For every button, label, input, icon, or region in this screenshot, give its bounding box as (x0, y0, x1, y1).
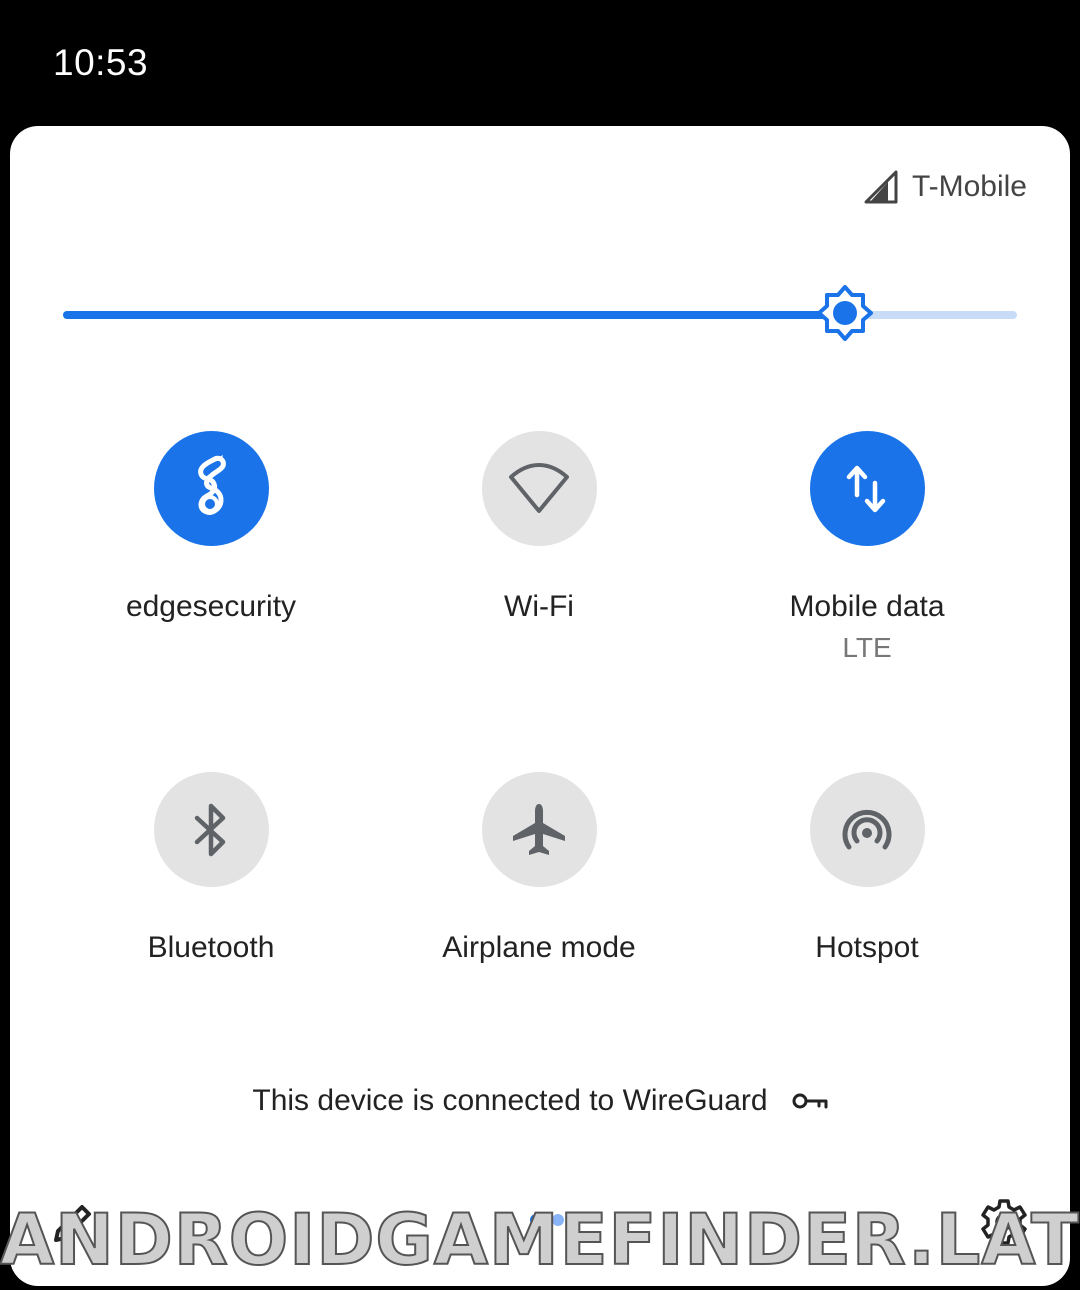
tile-mobile-data-toggle[interactable] (809, 431, 925, 546)
tile-hotspot-label: Hotspot (815, 931, 919, 964)
tile-wifi-label: Wi-Fi (504, 590, 574, 623)
tile-airplane-mode-label: Airplane mode (442, 931, 636, 964)
tile-hotspot[interactable]: Hotspot (717, 772, 1017, 965)
quick-settings-panel: T-Mobile edgesecurity Wi-Fi Mobile data … (10, 126, 1070, 1286)
wireguard-icon (198, 454, 226, 515)
mobile-data-icon (846, 465, 886, 512)
tile-edgesecurity-label: edgesecurity (125, 590, 297, 623)
tile-mobile-data-sublabel: LTE (842, 632, 892, 663)
tile-hotspot-toggle[interactable] (809, 772, 925, 887)
tile-airplane-mode-toggle[interactable] (481, 772, 597, 887)
carrier-indicator: T-Mobile (864, 170, 1027, 204)
bluetooth-icon (194, 803, 226, 856)
tile-airplane-mode[interactable]: Airplane mode (389, 772, 689, 965)
key-icon (792, 1093, 828, 1109)
tile-mobile-data[interactable]: Mobile data LTE (717, 431, 1017, 664)
tile-edgesecurity[interactable]: edgesecurity (61, 431, 361, 624)
status-bar: 10:53 (0, 0, 1080, 125)
hotspot-icon (842, 809, 892, 849)
tile-wifi[interactable]: Wi-Fi (389, 431, 689, 624)
signal-icon (864, 170, 898, 204)
airplane-icon (513, 803, 565, 855)
tile-bluetooth-label: Bluetooth (147, 931, 275, 964)
vpn-notice[interactable]: This device is connected to WireGuard (10, 1084, 1070, 1118)
clock: 10:53 (53, 42, 149, 83)
brightness-icon[interactable] (817, 285, 874, 341)
tile-mobile-data-label: Mobile data (789, 590, 945, 623)
tile-wifi-toggle[interactable] (481, 431, 597, 546)
tile-edgesecurity-toggle[interactable] (153, 431, 269, 546)
brightness-slider[interactable] (63, 285, 1017, 341)
wifi-icon (509, 462, 569, 513)
brightness-fill (63, 311, 846, 319)
tile-bluetooth[interactable]: Bluetooth (61, 772, 361, 965)
tile-bluetooth-toggle[interactable] (153, 772, 269, 887)
vpn-notice-text: This device is connected to WireGuard (252, 1084, 768, 1117)
carrier-name: T-Mobile (911, 170, 1027, 203)
watermark: ANDROIDGAMEFINDER.LAT (0, 1200, 1080, 1280)
